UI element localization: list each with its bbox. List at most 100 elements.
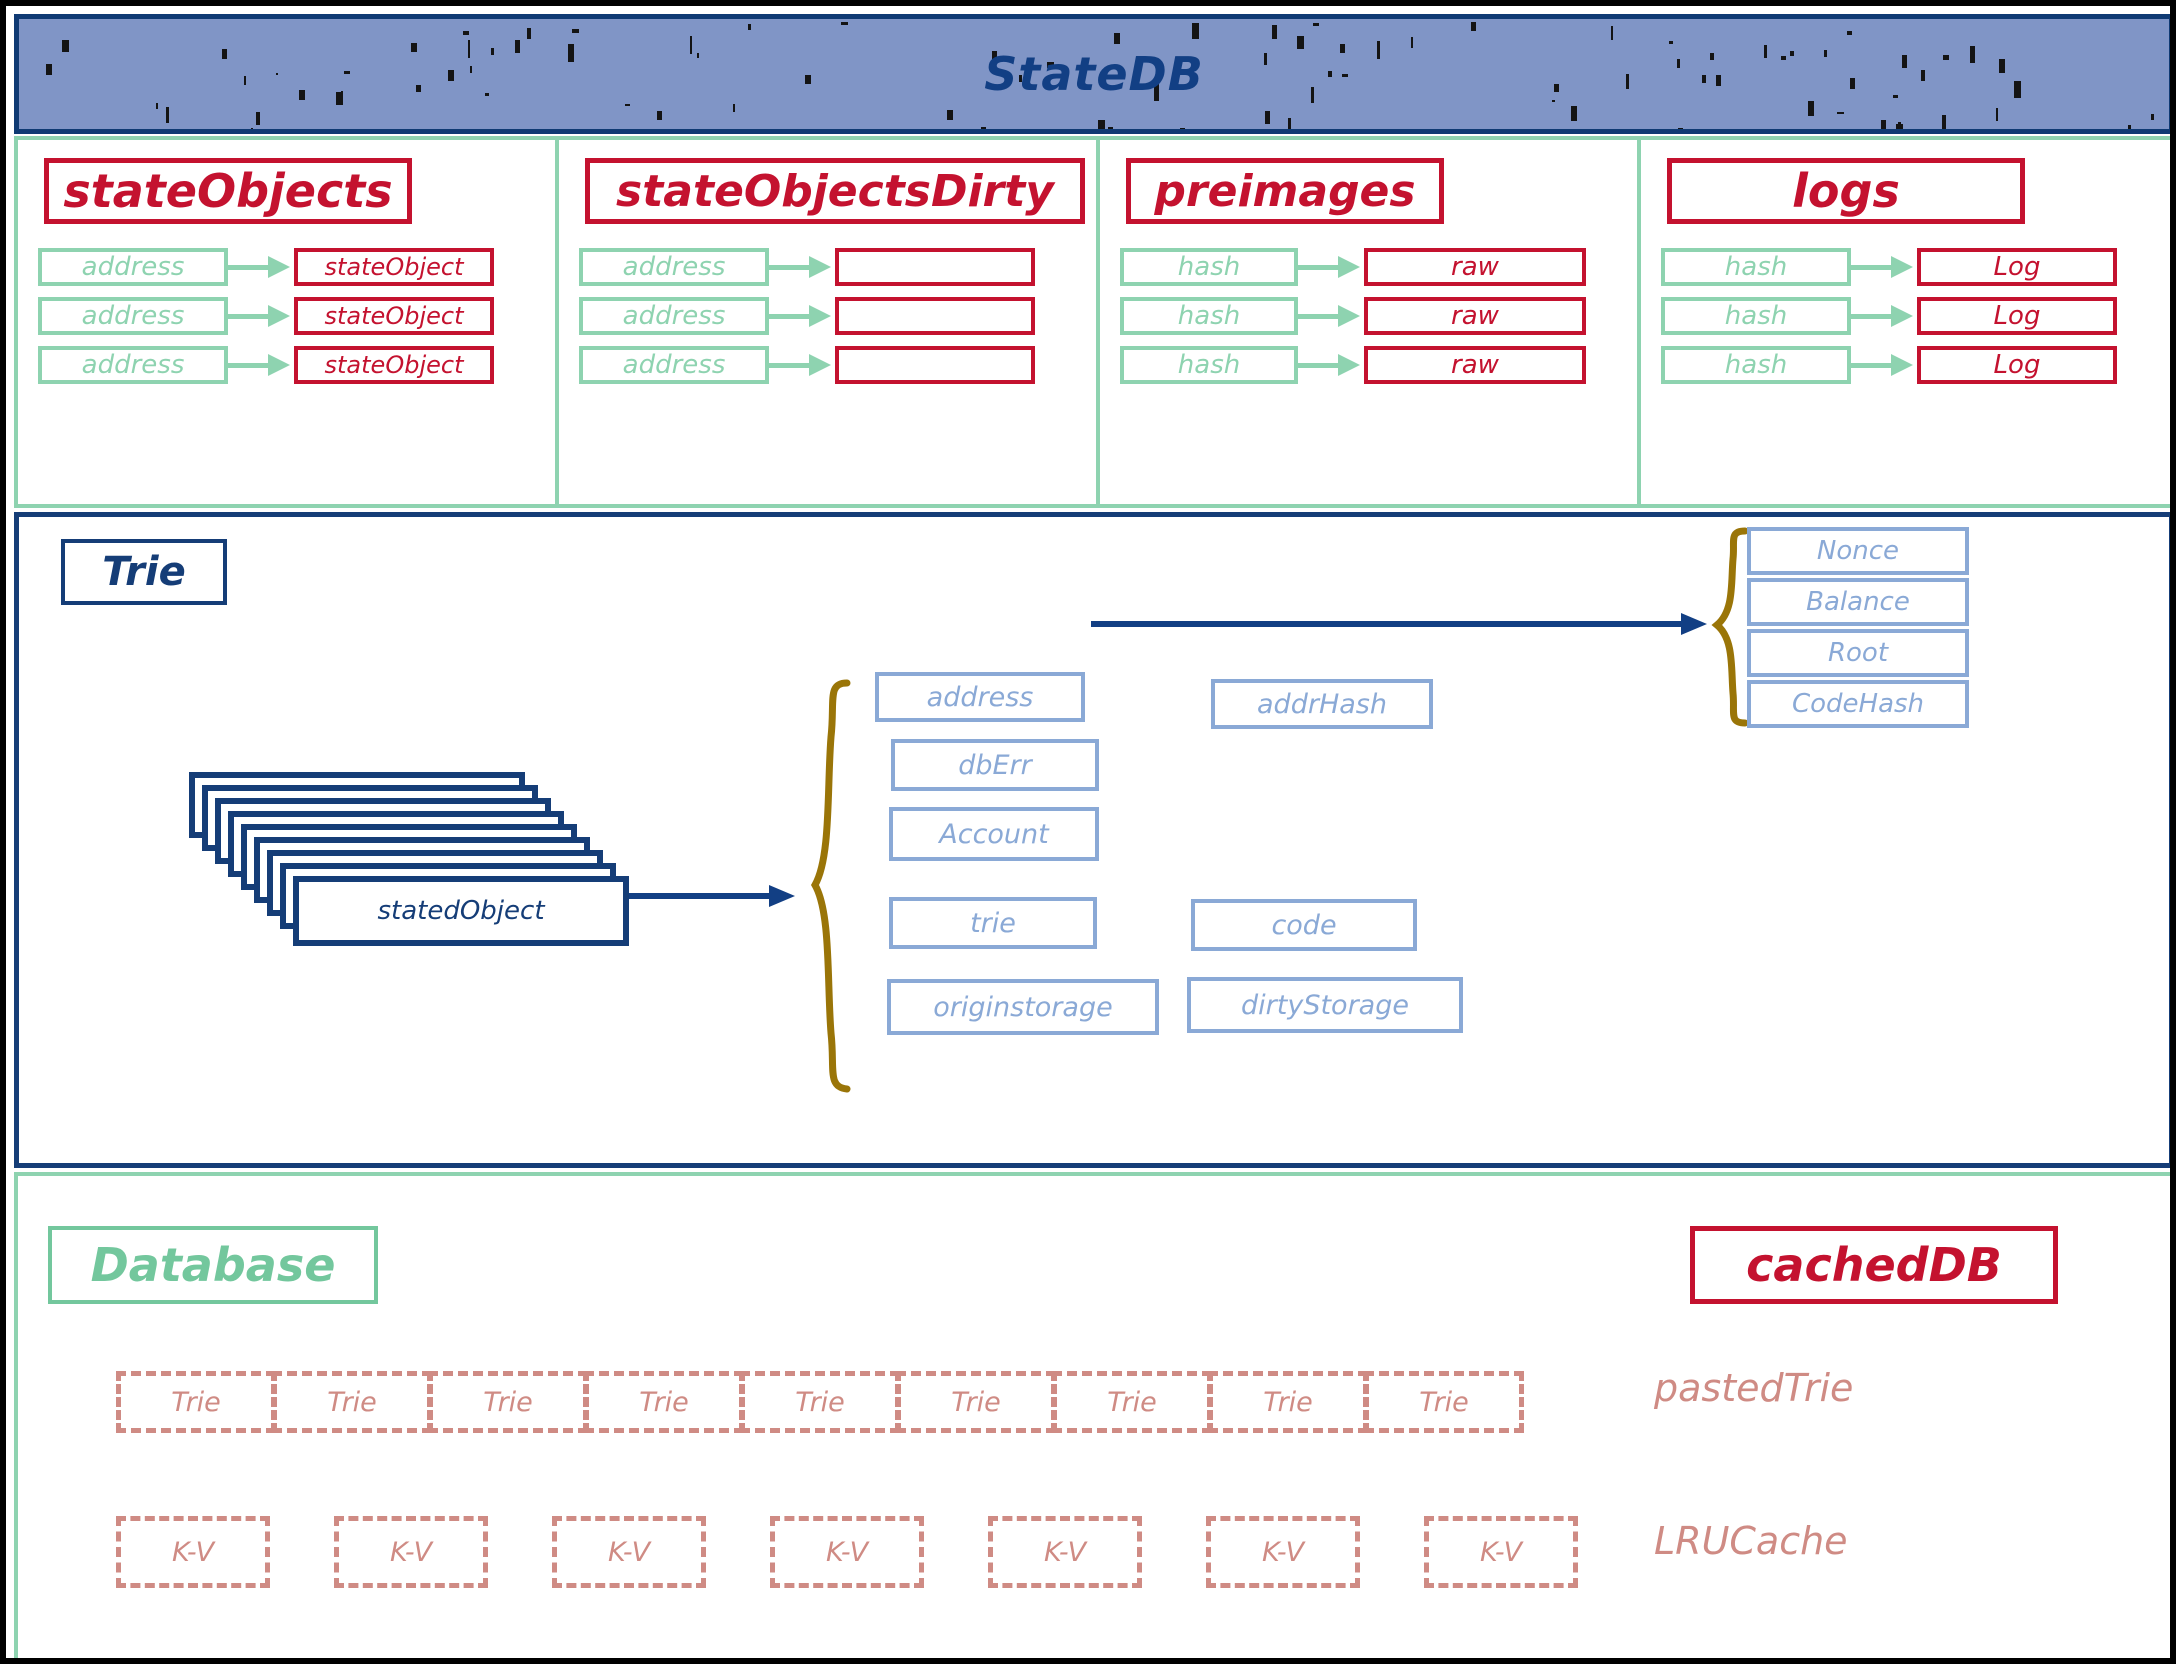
header-speck: [1552, 100, 1555, 102]
map-arrow-icon: [1851, 255, 1917, 279]
header-speck: [1297, 36, 1304, 49]
map-value-box[interactable]: stateObject: [294, 297, 494, 335]
header-speck: [841, 22, 848, 25]
map-arrow-icon: [228, 353, 294, 377]
map-title-box-logs: logs: [1667, 158, 2025, 224]
pastedtrie-cell[interactable]: Trie: [896, 1371, 1056, 1433]
lrucache-kv-cell[interactable]: K-V: [334, 1516, 488, 1588]
header-speck: [748, 24, 751, 30]
map-arrow-icon: [769, 353, 835, 377]
statedobject-field-code[interactable]: code: [1191, 899, 1417, 951]
map-panel-preimages: preimages hash raw hash raw hash raw: [1100, 140, 1641, 504]
lrucache-label: LRUCache: [1654, 1519, 1848, 1563]
header-speck: [1677, 59, 1680, 68]
header-speck: [470, 66, 472, 73]
account-fields-brace: [1709, 527, 1749, 727]
map-key-box[interactable]: hash: [1120, 346, 1298, 384]
pastedtrie-cell[interactable]: Trie: [1364, 1371, 1524, 1433]
map-value-box[interactable]: stateObject: [294, 248, 494, 286]
diagram-canvas: StateDB stateObjects address stateObject ad…: [0, 0, 2176, 1664]
header-speck: [947, 110, 953, 120]
header-speck: [1678, 128, 1683, 129]
map-value-box[interactable]: stateObject: [294, 346, 494, 384]
map-entry-row: address: [579, 248, 1035, 286]
map-key-box[interactable]: hash: [1120, 297, 1298, 335]
header-speck: [251, 128, 253, 129]
map-key-box[interactable]: hash: [1661, 346, 1851, 384]
pastedtrie-cell[interactable]: Trie: [584, 1371, 744, 1433]
trie-section: Trie statedObject address addrHash dbErr Ac…: [14, 512, 2170, 1168]
header-speck: [657, 111, 662, 120]
statedobject-field-account[interactable]: Account: [889, 807, 1099, 861]
account-field-nonce[interactable]: Nonce: [1747, 527, 1969, 575]
maps-row: stateObjects address stateObject address sta…: [14, 136, 2170, 508]
map-value-box[interactable]: Log: [1917, 248, 2117, 286]
header-speck: [1328, 71, 1332, 77]
header-speck: [981, 127, 986, 129]
map-key-box[interactable]: address: [38, 248, 228, 286]
lrucache-kv-cell[interactable]: K-V: [116, 1516, 270, 1588]
statedobject-field-originstorage[interactable]: originstorage: [887, 979, 1159, 1035]
pastedtrie-cell[interactable]: Trie: [740, 1371, 900, 1433]
header-speck: [156, 103, 158, 109]
header-speck: [336, 92, 343, 105]
map-title-box-preimages: preimages: [1126, 158, 1444, 224]
map-key-box[interactable]: address: [38, 346, 228, 384]
map-value-box[interactable]: [835, 346, 1035, 384]
map-panel-logs: logs hash Log hash Log hash Log: [1641, 140, 2170, 504]
statedobject-field-dirtystorage[interactable]: dirtyStorage: [1187, 977, 1463, 1033]
lrucache-kv-cell[interactable]: K-V: [988, 1516, 1142, 1588]
header-speck: [1098, 120, 1105, 129]
map-entry-row: address: [579, 346, 1035, 384]
map-key-box[interactable]: hash: [1661, 248, 1851, 286]
lrucache-kv-cell[interactable]: K-V: [770, 1516, 924, 1588]
account-field-balance[interactable]: Balance: [1747, 578, 1969, 626]
map-key-box[interactable]: address: [38, 297, 228, 335]
header-speck: [416, 85, 421, 92]
pastedtrie-cell[interactable]: Trie: [272, 1371, 432, 1433]
map-value-box[interactable]: [835, 248, 1035, 286]
header-speck: [1571, 106, 1577, 121]
map-key-box[interactable]: address: [579, 248, 769, 286]
lrucache-kv-cell[interactable]: K-V: [1424, 1516, 1578, 1588]
header-speck: [463, 31, 469, 35]
lrucache-kv-cell[interactable]: K-V: [1206, 1516, 1360, 1588]
header-speck: [1471, 22, 1476, 31]
map-arrow-icon: [228, 304, 294, 328]
map-key-box[interactable]: address: [579, 297, 769, 335]
map-entry-row: hash raw: [1120, 297, 1586, 335]
map-value-box[interactable]: Log: [1917, 346, 2117, 384]
statedobject-field-trie[interactable]: trie: [889, 897, 1097, 949]
map-value-box[interactable]: Log: [1917, 297, 2117, 335]
statedobject-field-dberr[interactable]: dbErr: [891, 739, 1099, 791]
map-key-box[interactable]: hash: [1120, 248, 1298, 286]
pastedtrie-cell[interactable]: Trie: [1208, 1371, 1368, 1433]
header-speck: [1824, 50, 1827, 57]
account-field-root[interactable]: Root: [1747, 629, 1969, 677]
header-speck: [625, 104, 630, 106]
pastedtrie-cell[interactable]: Trie: [116, 1371, 276, 1433]
cacheddb-title-box: cachedDB: [1690, 1226, 2058, 1304]
map-value-box[interactable]: [835, 297, 1035, 335]
header-speck: [1837, 112, 1844, 114]
statedobject-field-addrhash[interactable]: addrHash: [1211, 679, 1433, 729]
statedobject-front-card[interactable]: statedObject: [293, 876, 629, 946]
header-speck: [468, 40, 470, 58]
statedb-header-banner: StateDB: [14, 14, 2170, 134]
account-field-codehash[interactable]: CodeHash: [1747, 680, 1969, 728]
database-title-box: Database: [48, 1226, 378, 1304]
map-value-box[interactable]: raw: [1364, 248, 1586, 286]
pastedtrie-cell[interactable]: Trie: [1052, 1371, 1212, 1433]
map-key-box[interactable]: address: [579, 346, 769, 384]
header-speck: [690, 36, 692, 54]
map-value-box[interactable]: raw: [1364, 346, 1586, 384]
header-speck: [2151, 114, 2154, 120]
map-value-box[interactable]: raw: [1364, 297, 1586, 335]
header-speck: [1108, 127, 1113, 129]
map-key-box[interactable]: hash: [1661, 297, 1851, 335]
lrucache-kv-cell[interactable]: K-V: [552, 1516, 706, 1588]
header-speck: [1411, 37, 1413, 48]
statedobject-field-address[interactable]: address: [875, 672, 1085, 722]
pastedtrie-cell[interactable]: Trie: [428, 1371, 588, 1433]
header-speck: [1943, 55, 1949, 60]
